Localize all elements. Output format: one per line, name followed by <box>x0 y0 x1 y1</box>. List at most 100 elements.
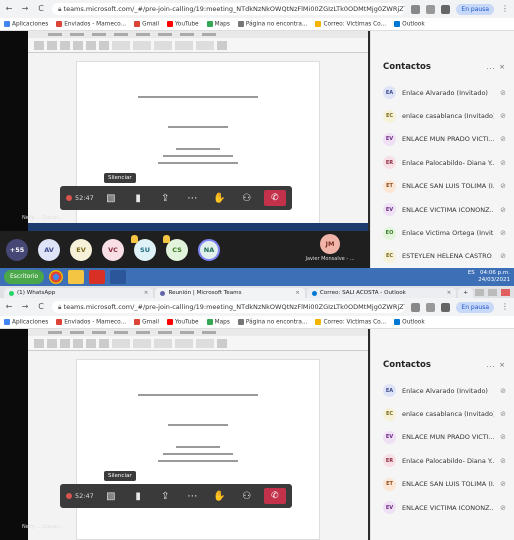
more-actions-icon[interactable]: ⋯ <box>182 487 202 505</box>
forward-icon[interactable]: → <box>20 302 30 312</box>
bookmark-item[interactable]: Aplicaciones <box>4 318 48 325</box>
bookmark-item[interactable]: YouTube <box>167 318 199 325</box>
participant-avatar[interactable]: EV <box>70 238 92 261</box>
close-icon[interactable]: × <box>499 63 506 71</box>
extension-icon[interactable] <box>411 302 421 312</box>
microphone-icon[interactable]: ▮ <box>128 189 148 207</box>
bookmark-label: Enviados - Mameco... <box>64 21 127 28</box>
back-icon[interactable]: ← <box>4 4 14 14</box>
paused-button[interactable]: En pausa <box>456 3 494 15</box>
participant-avatar[interactable]: SU <box>131 234 156 261</box>
contact-row[interactable]: EV ENLACE VICTIMA ICONONZ... ⊘ <box>371 198 514 221</box>
contact-row[interactable]: ER Enlace Palocabildo- Diana Y... ⊘ <box>371 449 514 472</box>
raised-hand-icon <box>131 234 138 243</box>
folder-icon[interactable] <box>68 270 85 284</box>
microphone-icon[interactable]: ▮ <box>128 487 148 505</box>
raise-hand-icon[interactable]: ✋ <box>210 487 230 505</box>
reload-icon[interactable]: C <box>36 302 46 312</box>
contact-row[interactable]: EV ENLACE MUN PRADO VICTI... ⊘ <box>371 128 514 151</box>
participants-icon[interactable]: ⚇ <box>237 189 257 207</box>
window-close-icon[interactable] <box>501 288 510 296</box>
bookmark-item[interactable]: Gmail <box>134 20 159 27</box>
raise-hand-icon[interactable]: ✋ <box>210 189 230 207</box>
contact-row[interactable]: EO Enlace Victima Ortega (Invit... ⊘ <box>371 221 514 244</box>
participant-avatar[interactable]: AV <box>38 238 60 261</box>
tab-close-icon[interactable]: × <box>295 288 300 298</box>
bookmark-item[interactable]: Correo: Victimas Co... <box>315 20 386 27</box>
camera-off-icon[interactable]: ▧ <box>101 189 121 207</box>
star-icon[interactable] <box>426 302 436 312</box>
camera-off-icon[interactable]: ▧ <box>101 487 121 505</box>
contact-row[interactable]: ET ENLACE SAN LUIS TOLIMA (I... ⊘ <box>371 175 514 198</box>
mic-muted-icon: ⊘ <box>500 503 506 512</box>
tab-close-icon[interactable]: × <box>144 288 149 298</box>
tab-close-icon[interactable]: × <box>447 288 452 298</box>
contact-avatar: EA <box>383 384 396 398</box>
bookmark-item[interactable]: Enviados - Mameco... <box>56 20 127 28</box>
contact-row[interactable]: EA Enlace Alvarado (Invitado) ⊘ <box>371 379 514 402</box>
paused-button[interactable]: En pausa <box>456 301 494 313</box>
hang-up-button[interactable]: ✆ <box>263 488 286 504</box>
url-field[interactable]: 🔒︎ teams.microsoft.com/_#/pre-join-calli… <box>52 3 406 15</box>
contact-row[interactable]: EC enlace casablanca (Invitado) ⊘ <box>371 402 514 425</box>
more-options-icon[interactable]: ... <box>486 361 496 369</box>
menu-icon[interactable]: ⋮ <box>500 4 510 14</box>
pdf-icon[interactable] <box>89 270 106 284</box>
hang-up-button[interactable]: ✆ <box>263 190 286 206</box>
tab-favicon-icon <box>311 290 317 296</box>
browser-tab[interactable]: Reunión | Microsoft Teams × <box>155 288 305 298</box>
share-screen-icon[interactable]: ⇪ <box>155 487 175 505</box>
contact-row[interactable]: ET ENLACE SAN LUIS TOLIMA (I... ⊘ <box>371 473 514 496</box>
letterbox-left <box>0 31 28 231</box>
participant-avatar[interactable]: VC <box>102 238 124 261</box>
browser-tab[interactable]: Correo: SALI ACOSTA - Outlook × <box>306 288 457 298</box>
bookmark-item[interactable]: Correo: Victimas Co... <box>315 318 386 325</box>
call-controls: 52:47 ▧ ▮ ⇪ ⋯ ✋ ⚇ ✆ <box>60 186 292 210</box>
document-page <box>76 359 320 540</box>
puzzle-icon[interactable] <box>441 4 451 14</box>
url-field[interactable]: 🔒︎ teams.microsoft.com/_#/pre-join-calli… <box>52 301 406 313</box>
bookmark-item[interactable]: Enviados - Mameco... <box>56 318 126 325</box>
start-button[interactable]: Escritorio <box>4 270 45 284</box>
maximize-icon[interactable] <box>488 288 497 296</box>
bookmark-item[interactable]: YouTube <box>167 20 199 27</box>
contact-row[interactable]: EV ENLACE VICTIMA ICONONZ... ⊘ <box>371 496 514 519</box>
mic-muted-icon: ⊘ <box>500 229 506 238</box>
close-icon[interactable]: × <box>499 361 506 369</box>
forward-icon[interactable]: → <box>20 4 30 14</box>
bookmark-item[interactable]: Página no encontra... <box>237 318 307 325</box>
bookmark-item[interactable]: Outlook <box>394 20 425 27</box>
reload-icon[interactable]: C <box>36 4 46 14</box>
contact-row[interactable]: ER Enlace Palocabildo- Diana Y... ⊘ <box>371 151 514 174</box>
puzzle-icon[interactable] <box>441 302 451 312</box>
more-participants[interactable]: +55 <box>6 238 28 261</box>
bookmark-label: Maps <box>214 21 230 28</box>
contact-avatar: EV <box>383 203 396 217</box>
new-tab-icon[interactable]: + <box>458 288 473 298</box>
contact-row[interactable]: EA Enlace Alvarado (Invitado) ⊘ <box>371 81 514 104</box>
extension-icon[interactable] <box>411 4 421 14</box>
contact-row[interactable]: EC ESTEYLEN HELENA CASTRO ... ⊘ <box>371 245 514 268</box>
participant-avatar[interactable]: CS <box>163 234 188 261</box>
more-actions-icon[interactable]: ⋯ <box>182 189 202 207</box>
contact-row[interactable]: EV ENLACE MUN PRADO VICTI... ⊘ <box>371 426 514 449</box>
share-screen-icon[interactable]: ⇪ <box>155 189 175 207</box>
word-icon[interactable] <box>110 270 127 284</box>
bookmark-item[interactable]: Maps <box>206 318 230 325</box>
star-icon[interactable] <box>426 4 436 14</box>
mic-muted-icon: ⊘ <box>500 480 506 489</box>
minimize-icon[interactable] <box>475 288 484 296</box>
bookmark-item[interactable]: Aplicaciones <box>4 20 48 27</box>
participants-icon[interactable]: ⚇ <box>237 487 257 505</box>
chrome-icon[interactable] <box>49 270 64 284</box>
back-icon[interactable]: ← <box>4 302 14 312</box>
more-options-icon[interactable]: ... <box>486 63 496 71</box>
bookmark-item[interactable]: Outlook <box>394 318 425 325</box>
menu-icon[interactable]: ⋮ <box>500 302 510 312</box>
bookmark-item[interactable]: Página no encontra... <box>237 20 307 27</box>
participant-avatar[interactable]: NA <box>198 238 220 261</box>
bookmark-item[interactable]: Maps <box>206 20 230 28</box>
contact-row[interactable]: EC enlace casablanca (Invitado) ⊘ <box>371 104 514 127</box>
browser-tab[interactable]: (1) WhatsApp × <box>4 288 154 298</box>
bookmark-item[interactable]: Gmail <box>134 318 159 325</box>
